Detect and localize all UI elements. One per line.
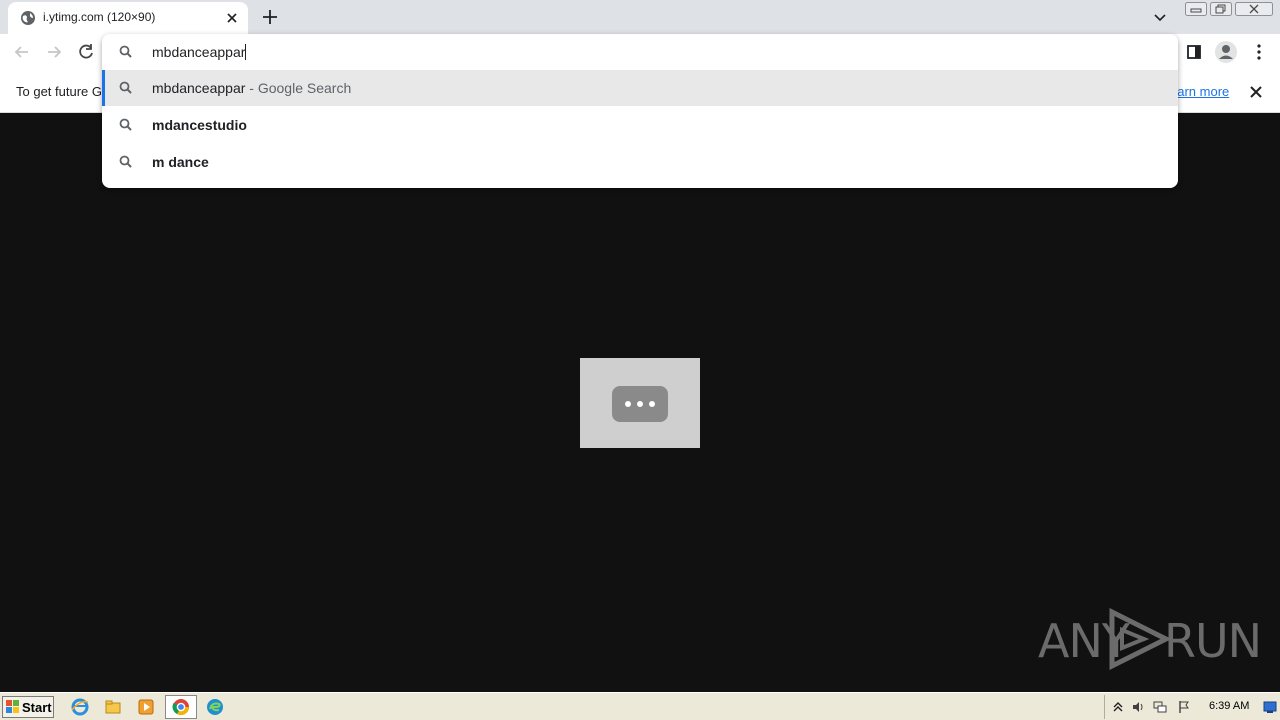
play-logo-icon [1109,608,1172,670]
new-tab-icon[interactable] [259,6,281,28]
chrome-icon [172,699,189,716]
suggestion-query: mbdanceappar [152,80,246,96]
windows-logo-icon [6,700,19,713]
clock[interactable]: 6:39 AM [1209,700,1249,712]
forward-arrow-icon[interactable] [44,42,64,62]
tab-title: i.ytimg.com (120×90) [43,10,156,24]
dot-icon [625,401,631,407]
suggestion-label: mbdanceappar - Google Search [152,80,351,96]
start-label: Start [22,700,52,715]
show-desktop-icon[interactable] [1263,700,1277,714]
dot-icon [637,401,643,407]
reload-icon[interactable] [76,42,96,62]
system-tray: 6:39 AM [1104,695,1280,719]
globe-icon [21,11,35,25]
omnibox-popup: mbdanceappar mbdanceappar - Google Searc… [102,34,1178,188]
browser-tab[interactable]: i.ytimg.com (120×90) [8,2,248,34]
edge-icon[interactable] [206,698,224,716]
back-arrow-icon[interactable] [12,42,32,62]
file-explorer-icon[interactable] [104,698,122,716]
media-player-icon[interactable] [137,698,155,716]
search-icon [119,118,132,131]
address-bar[interactable]: mbdanceappar [102,34,1178,70]
minimize-icon[interactable] [1185,2,1207,16]
suggestion-item[interactable]: m dance [102,144,1178,180]
close-window-icon[interactable] [1235,2,1273,16]
info-bar-text: To get future G [16,84,102,99]
suggestion-label: mdancestudio [152,117,247,133]
start-button[interactable]: Start [2,696,54,718]
internet-explorer-icon[interactable] [71,698,89,716]
chrome-taskbar-button[interactable] [165,695,197,719]
profile-avatar-icon[interactable] [1214,40,1238,64]
dot-icon [649,401,655,407]
menu-dots-icon[interactable] [1249,42,1269,62]
search-icon [119,45,132,58]
network-icon[interactable] [1153,700,1167,714]
close-icon[interactable] [1248,84,1264,100]
chevron-down-icon[interactable] [1152,9,1168,25]
suggestion-suffix: - Google Search [245,80,352,96]
suggestion-label: m dance [152,154,209,170]
suggestion-item[interactable]: mdancestudio [102,107,1178,143]
suggestion-item[interactable]: mbdanceappar - Google Search [102,70,1178,106]
address-input: mbdanceappar [152,44,247,60]
side-panel-icon[interactable] [1184,42,1204,62]
close-tab-icon[interactable] [224,10,240,26]
volume-icon[interactable] [1131,700,1145,714]
search-icon [119,155,132,168]
action-center-flag-icon[interactable] [1177,700,1191,714]
thumbnail-image [580,358,700,448]
anyrun-watermark: ANY RUN [1038,606,1262,672]
address-input-value[interactable]: mbdanceappar [152,44,245,60]
learn-more-link[interactable]: earn more [1170,84,1229,99]
restore-icon[interactable] [1210,2,1232,16]
show-hidden-icons-icon[interactable] [1111,700,1125,714]
watermark-text-right: RUN [1164,614,1262,668]
tab-strip: i.ytimg.com (120×90) [0,0,1280,34]
placeholder-play-icon [612,386,668,422]
taskbar: Start 6:39 AM [0,692,1280,720]
search-icon [119,81,132,94]
text-caret [245,44,247,60]
